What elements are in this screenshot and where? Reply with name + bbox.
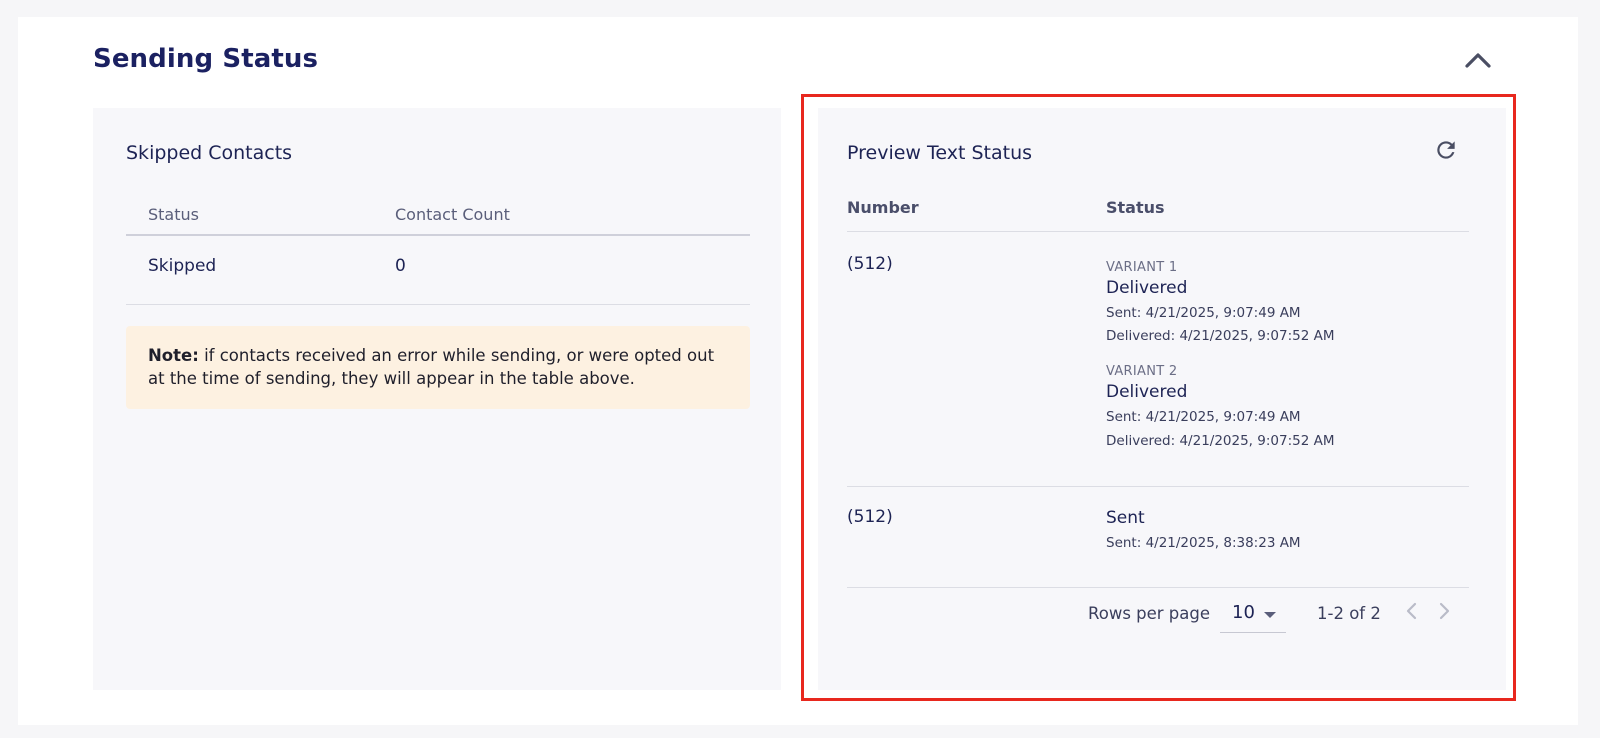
refresh-button[interactable] (1430, 136, 1462, 168)
note-label: Note: (148, 346, 199, 365)
row-status: Sent (1106, 508, 1145, 528)
skipped-contacts-title: Skipped Contacts (126, 142, 293, 164)
next-page-button[interactable] (1432, 598, 1456, 628)
note-text: if contacts received an error while send… (148, 346, 715, 388)
row-number: (512) (847, 254, 893, 274)
rows-per-page-select[interactable]: 10 (1220, 598, 1286, 633)
chevron-right-icon (1437, 601, 1451, 625)
variant-label: VARIANT 2 (1106, 364, 1178, 379)
row-divider (847, 486, 1469, 487)
variant-status: Delivered (1106, 382, 1188, 402)
rows-per-page-label: Rows per page (1088, 604, 1211, 623)
variant-sent-time: Sent: 4/21/2025, 9:07:49 AM (1106, 305, 1301, 321)
rows-per-page-value: 10 (1232, 602, 1255, 623)
row-contact-count: 0 (395, 256, 406, 276)
variant-sent-time: Sent: 4/21/2025, 9:07:49 AM (1106, 409, 1301, 425)
note-callout: Note: if contacts received an error whil… (126, 326, 750, 409)
refresh-icon (1433, 137, 1459, 167)
column-header-contact-count: Contact Count (395, 205, 510, 224)
column-header-status: Status (1106, 198, 1165, 217)
variant-delivered-time: Delivered: 4/21/2025, 9:07:52 AM (1106, 328, 1335, 344)
column-header-status: Status (148, 205, 199, 224)
section-title: Sending Status (93, 44, 319, 74)
variant-delivered-time: Delivered: 4/21/2025, 9:07:52 AM (1106, 433, 1335, 449)
preview-text-status-title: Preview Text Status (847, 142, 1033, 164)
chevron-up-icon (1464, 51, 1492, 73)
pagination-range: 1-2 of 2 (1317, 604, 1381, 623)
row-number: (512) (847, 507, 893, 527)
column-header-number: Number (847, 198, 919, 217)
row-status: Skipped (148, 256, 217, 276)
collapse-button[interactable] (1460, 48, 1496, 76)
preview-text-status-panel: Preview Text Status Number Status (512) … (818, 108, 1506, 690)
variant-status: Delivered (1106, 278, 1188, 298)
table-header-divider (847, 231, 1469, 232)
row-sent-time: Sent: 4/21/2025, 8:38:23 AM (1106, 535, 1301, 551)
variant-label: VARIANT 1 (1106, 260, 1178, 275)
previous-page-button[interactable] (1400, 598, 1424, 628)
caret-down-icon (1264, 612, 1276, 618)
row-divider (847, 587, 1469, 588)
skipped-contacts-panel: Skipped Contacts Status Contact Count Sk… (93, 108, 781, 690)
table-header-divider (126, 234, 750, 236)
row-divider (126, 304, 750, 305)
chevron-left-icon (1405, 601, 1419, 625)
